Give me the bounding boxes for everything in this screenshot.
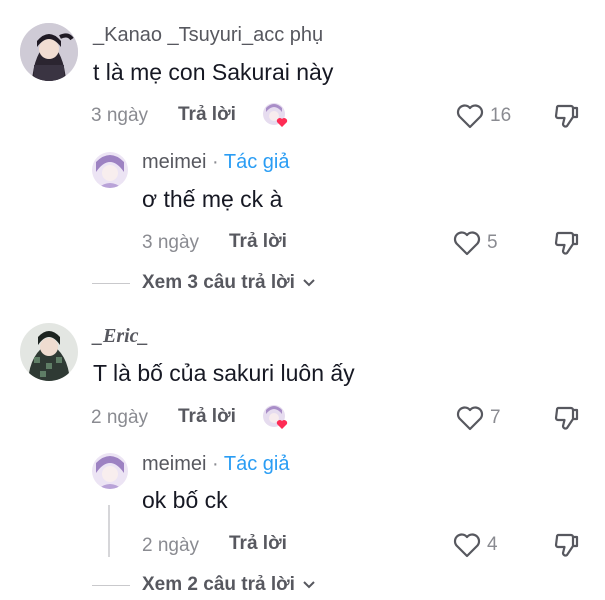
reply-time: 3 ngày (142, 232, 200, 253)
heart-icon[interactable] (452, 531, 482, 559)
view-more-label[interactable]: Xem 2 câu trả lời (142, 574, 295, 595)
author-badge: Tác giả (223, 151, 290, 173)
view-more-replies[interactable]: Xem 2 câu trả lời (142, 574, 316, 596)
dislike-icon[interactable] (552, 229, 580, 257)
dislike-icon[interactable] (552, 102, 580, 130)
comment-author[interactable]: _Kanao _Tsuyuri_acc phụ (93, 24, 323, 47)
like-count: 4 (487, 534, 498, 555)
liked-by-creator-icon (262, 102, 292, 130)
view-more-label[interactable]: Xem 3 câu trả lời (142, 272, 295, 293)
heart-icon[interactable] (452, 229, 482, 257)
reply-button[interactable]: Trả lời (229, 533, 287, 555)
avatar-eric[interactable] (20, 323, 78, 381)
dislike-icon[interactable] (552, 404, 580, 432)
like-count: 5 (487, 232, 498, 253)
comment-time: 2 ngày (91, 407, 149, 428)
reply-text: ơ thế mẹ ck à (142, 186, 283, 212)
avatar-kanao[interactable] (20, 23, 78, 81)
reply-text: ok bố ck (142, 487, 228, 513)
reply-author[interactable]: meimei · Tác giả (142, 453, 289, 476)
reply-button[interactable]: Trả lời (229, 231, 287, 253)
avatar-meimei[interactable] (92, 152, 128, 188)
reply-author[interactable]: meimei · Tác giả (142, 151, 289, 174)
heart-icon[interactable] (455, 102, 485, 130)
author-badge: Tác giả (223, 453, 290, 475)
reply-author-name[interactable]: meimei (142, 453, 206, 475)
divider (92, 585, 130, 586)
comment-text: T là bố của sakuri luôn ấy (93, 360, 355, 386)
chevron-down-icon (303, 581, 315, 589)
comment-text: t là mẹ con Sakurai này (93, 59, 334, 85)
chevron-down-icon (303, 279, 315, 287)
thread-line (108, 505, 110, 557)
comment-author[interactable]: _Eric_ (93, 325, 149, 348)
reply-button[interactable]: Trả lời (178, 104, 236, 126)
divider (92, 283, 130, 284)
separator: · (206, 151, 224, 173)
reply-button[interactable]: Trả lời (178, 406, 236, 428)
like-count: 7 (490, 407, 501, 428)
avatar-meimei[interactable] (92, 453, 128, 489)
like-count: 16 (490, 105, 512, 126)
separator: · (206, 453, 224, 475)
reply-time: 2 ngày (142, 535, 200, 556)
view-more-replies[interactable]: Xem 3 câu trả lời (142, 272, 316, 294)
dislike-icon[interactable] (552, 531, 580, 559)
liked-by-creator-icon (262, 404, 292, 432)
comment-time: 3 ngày (91, 105, 149, 126)
reply-author-name[interactable]: meimei (142, 151, 206, 173)
heart-icon[interactable] (455, 404, 485, 432)
